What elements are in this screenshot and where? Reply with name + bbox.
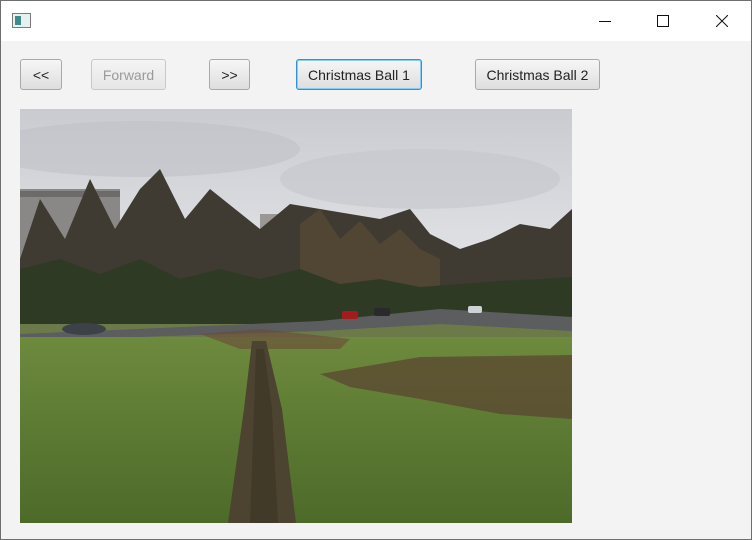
maximize-icon xyxy=(657,15,669,27)
christmas-ball-1-button[interactable]: Christmas Ball 1 xyxy=(296,59,422,90)
next-button[interactable]: >> xyxy=(209,59,250,90)
title-bar xyxy=(1,1,751,41)
app-icon xyxy=(12,13,31,28)
christmas-ball-2-button[interactable]: Christmas Ball 2 xyxy=(475,59,600,90)
back-button[interactable]: << xyxy=(20,59,62,90)
close-button[interactable] xyxy=(699,1,745,41)
minimize-icon xyxy=(599,21,611,22)
app-window: << Forward >> Christmas Ball 1 Christmas… xyxy=(0,0,752,540)
forward-button[interactable]: Forward xyxy=(91,59,166,90)
minimize-button[interactable] xyxy=(582,1,628,41)
maximize-button[interactable] xyxy=(640,1,686,41)
close-icon xyxy=(716,15,728,27)
landscape-photo xyxy=(20,109,572,523)
photo-view xyxy=(20,109,572,523)
